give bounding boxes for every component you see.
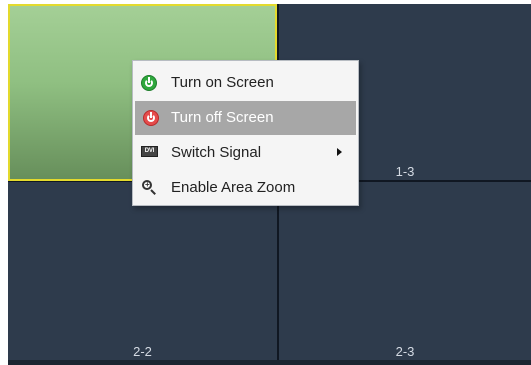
menu-item-label: Enable Area Zoom: [171, 179, 296, 196]
menu-item-label: Switch Signal: [171, 144, 262, 161]
tile-label-2-3: 2-3: [395, 344, 415, 359]
menu-item-label: Turn off Screen: [171, 109, 274, 126]
dvi-icon: DVI: [141, 146, 158, 157]
power-on-icon: [141, 75, 157, 91]
context-menu: Turn on Screen Turn off Screen DVI Switc…: [132, 60, 359, 206]
video-wall-screen: 1-3 2-2 2-3 Turn on Screen Turn off Scre…: [0, 0, 531, 365]
menu-item-switch-signal[interactable]: DVI Switch Signal: [133, 136, 358, 171]
menu-item-label: Turn on Screen: [171, 74, 274, 91]
submenu-arrow-icon: [337, 148, 342, 156]
wall-bottom-edge: [8, 360, 531, 365]
tile-label-2-2: 2-2: [133, 344, 152, 359]
menu-item-turn-on-screen[interactable]: Turn on Screen: [133, 66, 358, 100]
power-off-icon: [143, 110, 159, 126]
menu-item-enable-area-zoom[interactable]: + Enable Area Zoom: [133, 171, 358, 206]
screen-tile-2-3[interactable]: 2-3: [279, 182, 531, 360]
zoom-icon: +: [141, 179, 158, 196]
menu-item-turn-off-screen[interactable]: Turn off Screen: [135, 101, 356, 135]
screen-tile-2-2[interactable]: 2-2: [8, 182, 277, 360]
